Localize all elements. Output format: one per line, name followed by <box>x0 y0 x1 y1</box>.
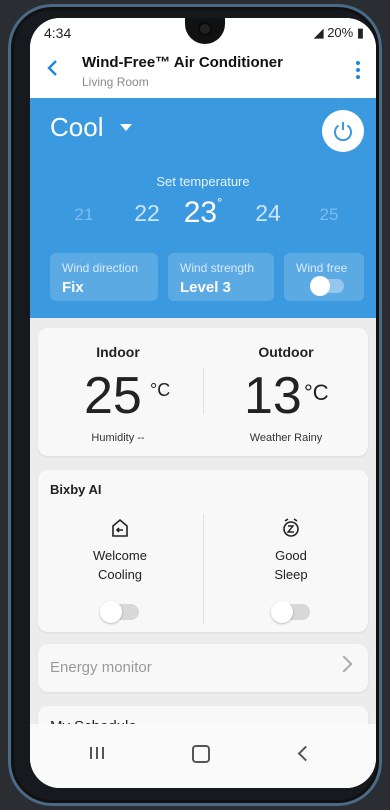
welcome-cooling-line1: Welcome <box>93 548 147 563</box>
energy-monitor-label: Energy monitor <box>50 659 152 676</box>
temp-option[interactable]: 25 <box>309 205 349 225</box>
wind-strength-label: Wind strength <box>180 261 255 275</box>
set-temperature-label: Set temperature <box>156 174 250 189</box>
energy-monitor-row[interactable]: Energy monitor <box>38 644 368 692</box>
welcome-cooling-icon <box>112 518 128 537</box>
recent-apps-icon[interactable] <box>90 746 108 764</box>
toggle-knob <box>100 601 122 623</box>
good-sleep-icon <box>283 518 299 537</box>
welcome-cooling-label: Welcome Cooling <box>50 546 190 584</box>
welcome-cooling-toggle[interactable] <box>100 601 139 623</box>
temp-option[interactable]: 21 <box>64 205 104 225</box>
power-icon <box>334 122 352 142</box>
nav-back-icon[interactable] <box>297 745 314 762</box>
home-icon[interactable] <box>192 745 210 763</box>
temp-selected[interactable]: 23° <box>183 195 223 230</box>
toggle-knob <box>271 601 293 623</box>
wind-direction-button[interactable]: Wind direction Fix <box>50 253 158 301</box>
temperature-card: Indoor 25 °C Humidity -- Outdoor 13 °C W… <box>38 328 368 456</box>
temp-option[interactable]: 24 <box>248 200 288 227</box>
divider <box>203 514 204 624</box>
indoor-unit: °C <box>150 380 171 400</box>
divider <box>203 368 204 414</box>
bixby-title: Bixby AI <box>50 482 102 497</box>
power-button[interactable] <box>322 110 364 152</box>
outdoor-unit: °C <box>304 380 329 405</box>
mode-selector[interactable]: Cool <box>50 112 103 143</box>
wind-direction-label: Wind direction <box>62 261 139 275</box>
page-title: Wind-Free™ Air Conditioner <box>82 54 283 71</box>
indoor-label: Indoor <box>96 344 140 360</box>
app-header: Wind-Free™ Air Conditioner Living Room <box>30 46 376 98</box>
wind-strength-value: Level 3 <box>180 279 231 296</box>
welcome-cooling-line2: Cooling <box>97 567 143 582</box>
good-sleep-label: Good Sleep <box>221 546 361 584</box>
degree-mark: ° <box>217 195 223 210</box>
wind-strength-button[interactable]: Wind strength Level 3 <box>168 253 274 301</box>
good-sleep-line1: Good <box>275 548 307 563</box>
control-panel: Cool Set temperature 21 22 23° 24 25 Win… <box>30 98 376 318</box>
good-sleep-line2: Sleep <box>274 567 308 582</box>
more-vert-icon[interactable] <box>350 58 366 82</box>
good-sleep-toggle[interactable] <box>271 601 310 623</box>
camera-icon <box>200 24 210 34</box>
indoor-humidity: Humidity -- <box>91 432 145 444</box>
wind-free-label: Wind free <box>296 261 348 275</box>
wind-free-toggle[interactable] <box>310 276 344 296</box>
bixby-ai-card: Bixby AI Welcome Cooling Good Sleep <box>38 470 368 632</box>
outdoor-weather: Weather Rainy <box>249 432 323 444</box>
system-nav-bar <box>30 724 376 788</box>
temp-option[interactable]: 22 <box>127 200 167 227</box>
status-time: 4:34 <box>44 25 72 41</box>
wind-free-button[interactable]: Wind free <box>284 253 364 301</box>
screen: 4:34 ◢ 20% ▮ Wind-Free™ Air Conditioner … <box>30 18 376 788</box>
battery-level: 20% <box>327 25 354 40</box>
toggle-knob <box>310 276 330 296</box>
chevron-down-icon[interactable] <box>120 124 132 131</box>
phone-frame: 4:34 ◢ 20% ▮ Wind-Free™ Air Conditioner … <box>8 4 382 806</box>
outdoor-label: Outdoor <box>258 344 314 360</box>
outdoor-temp: 13 <box>244 367 302 425</box>
back-arrow-icon[interactable] <box>40 56 64 80</box>
wind-direction-value: Fix <box>62 279 84 296</box>
room-name: Living Room <box>82 75 149 89</box>
temperature-picker[interactable]: 21 22 23° 24 25 <box>30 195 376 232</box>
status-indicators: ◢ 20% ▮ <box>313 25 364 40</box>
temp-selected-value: 23 <box>183 196 218 229</box>
chevron-right-icon <box>335 655 353 673</box>
indoor-temp: 25 <box>84 367 142 425</box>
